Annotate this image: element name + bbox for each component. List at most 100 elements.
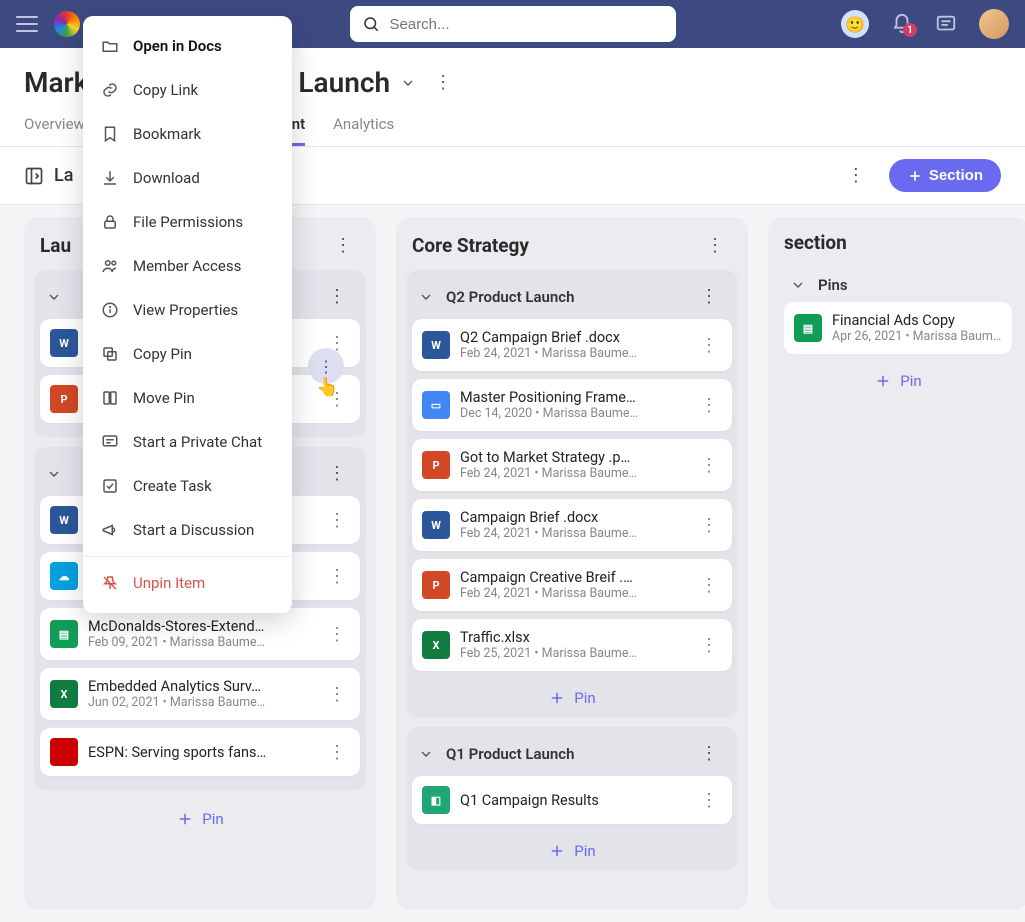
active-card-menu-button[interactable]: ⋮ <box>308 348 344 384</box>
file-card[interactable]: WCampaign Brief .docxFeb 24, 2021 • Mari… <box>412 499 732 551</box>
card-menu-button[interactable]: ⋮ <box>696 635 722 656</box>
card-title: ESPN: Serving sports fans… <box>88 744 314 761</box>
card-menu-button[interactable]: ⋮ <box>696 335 722 356</box>
menu-separator <box>83 556 292 557</box>
file-card[interactable]: ▤Financial Ads CopyApr 26, 2021 • Mariss… <box>784 302 1012 354</box>
card-meta: Feb 25, 2021 • Marissa Baume… <box>460 646 686 661</box>
menu-copy-pin[interactable]: Copy Pin <box>83 332 292 376</box>
group-menu-button[interactable]: ⋮ <box>692 282 726 311</box>
card-menu-button[interactable]: ⋮ <box>696 395 722 416</box>
group-menu-button[interactable]: ⋮ <box>692 739 726 768</box>
file-card[interactable]: WQ2 Campaign Brief .docxFeb 24, 2021 • M… <box>412 319 732 371</box>
menu-copy-link[interactable]: Copy Link <box>83 68 292 112</box>
menu-create-task[interactable]: Create Task <box>83 464 292 508</box>
file-card[interactable]: X Embedded Analytics Surv…Jun 02, 2021 •… <box>40 668 360 720</box>
card-meta: Feb 24, 2021 • Marissa Baume… <box>460 526 686 541</box>
assistant-avatar-icon[interactable]: 🙂 <box>841 10 869 38</box>
menu-view-properties[interactable]: View Properties <box>83 288 292 332</box>
chevron-down-icon[interactable] <box>418 746 434 762</box>
pin-label: Pin <box>202 810 223 828</box>
plus-icon <box>176 810 194 828</box>
tab-analytics[interactable]: Analytics <box>333 115 394 146</box>
chevron-down-icon[interactable] <box>46 466 62 482</box>
card-menu-button[interactable]: ⋮ <box>324 510 350 531</box>
users-icon <box>101 257 119 275</box>
column-menu-button[interactable]: ⋮ <box>698 231 732 260</box>
column-title: Core Strategy <box>412 234 529 257</box>
card-meta: Feb 24, 2021 • Marissa Baume… <box>460 466 686 481</box>
move-icon <box>101 389 119 407</box>
notifications-button[interactable]: 1 <box>891 13 913 35</box>
group-menu-button[interactable]: ⋮ <box>320 282 354 311</box>
add-section-label: Section <box>929 167 983 184</box>
tab-overview[interactable]: Overview <box>24 115 85 146</box>
info-icon <box>101 301 119 319</box>
search-icon <box>362 15 380 33</box>
add-pin-button[interactable]: Pin <box>34 800 366 832</box>
search-input[interactable] <box>390 16 664 33</box>
file-card[interactable]: ESPN: Serving sports fans… ⋮ <box>40 728 360 776</box>
card-title: Q1 Campaign Results <box>460 792 686 809</box>
context-menu: Open in Docs Copy Link Bookmark Download… <box>83 16 292 613</box>
card-menu-button[interactable]: ⋮ <box>324 389 350 410</box>
menu-move-pin[interactable]: Move Pin <box>83 376 292 420</box>
menu-private-chat[interactable]: Start a Private Chat <box>83 420 292 464</box>
menu-unpin-item[interactable]: Unpin Item <box>83 561 292 605</box>
app-logo[interactable] <box>54 11 80 37</box>
menu-bookmark[interactable]: Bookmark <box>83 112 292 156</box>
powerpoint-file-icon: P <box>50 385 78 413</box>
group-menu-button[interactable]: ⋮ <box>320 459 354 488</box>
powerpoint-file-icon: P <box>422 571 450 599</box>
add-pin-button[interactable]: Pin <box>412 679 732 711</box>
global-search[interactable] <box>350 6 676 42</box>
bookmark-icon <box>101 125 119 143</box>
column-menu-button[interactable]: ⋮ <box>326 231 360 260</box>
chat-icon[interactable] <box>935 13 957 35</box>
file-card[interactable]: ▭Master Positioning Frame…Dec 14, 2020 •… <box>412 379 732 431</box>
menu-start-discussion[interactable]: Start a Discussion <box>83 508 292 552</box>
user-avatar[interactable] <box>979 9 1009 39</box>
card-menu-button[interactable]: ⋮ <box>696 575 722 596</box>
file-card[interactable]: ▤ McDonalds-Stores-Extend…Feb 09, 2021 •… <box>40 608 360 660</box>
page-menu-button[interactable]: ⋮ <box>426 68 460 97</box>
link-icon <box>101 81 119 99</box>
group-pins: Pins ▤Financial Ads CopyApr 26, 2021 • M… <box>778 264 1018 400</box>
title-chevron-down-icon[interactable] <box>400 75 416 91</box>
copy-icon <box>101 345 119 363</box>
card-menu-button[interactable]: ⋮ <box>324 624 350 645</box>
card-title: McDonalds-Stores-Extend… <box>88 618 314 635</box>
file-card[interactable]: ◧Q1 Campaign Results⋮ <box>412 776 732 824</box>
add-section-button[interactable]: Section <box>889 159 1001 192</box>
file-card[interactable]: XTraffic.xlsxFeb 25, 2021 • Marissa Baum… <box>412 619 732 671</box>
page-title-right: Launch <box>298 66 390 99</box>
salesforce-file-icon: ☁ <box>50 562 78 590</box>
card-menu-button[interactable]: ⋮ <box>324 742 350 763</box>
file-card[interactable]: PCampaign Creative Breif .…Feb 24, 2021 … <box>412 559 732 611</box>
hamburger-icon[interactable] <box>16 13 38 35</box>
chevron-down-icon[interactable] <box>418 289 434 305</box>
menu-member-access[interactable]: Member Access <box>83 244 292 288</box>
card-menu-button[interactable]: ⋮ <box>696 515 722 536</box>
word-file-icon: W <box>422 511 450 539</box>
card-title: Campaign Creative Breif .… <box>460 569 686 586</box>
chevron-down-icon[interactable] <box>790 277 806 293</box>
pin-label: Pin <box>574 689 595 707</box>
menu-open-in-docs[interactable]: Open in Docs <box>83 24 292 68</box>
chevron-down-icon[interactable] <box>46 289 62 305</box>
card-title: Got to Market Strategy .p… <box>460 449 686 466</box>
card-menu-button[interactable]: ⋮ <box>324 684 350 705</box>
gdoc-file-icon: ▭ <box>422 391 450 419</box>
menu-download[interactable]: Download <box>83 156 292 200</box>
card-menu-button[interactable]: ⋮ <box>696 790 722 811</box>
add-pin-button[interactable]: Pin <box>412 832 732 864</box>
panel-icon[interactable] <box>24 166 44 186</box>
card-menu-button[interactable]: ⋮ <box>696 455 722 476</box>
card-menu-button[interactable]: ⋮ <box>324 566 350 587</box>
file-card[interactable]: PGot to Market Strategy .p…Feb 24, 2021 … <box>412 439 732 491</box>
card-title: Master Positioning Frame… <box>460 389 686 406</box>
menu-file-permissions[interactable]: File Permissions <box>83 200 292 244</box>
toolbar-menu-button[interactable]: ⋮ <box>839 161 873 190</box>
lock-icon <box>101 213 119 231</box>
plus-icon <box>548 689 566 707</box>
add-pin-button[interactable]: Pin <box>784 362 1012 394</box>
